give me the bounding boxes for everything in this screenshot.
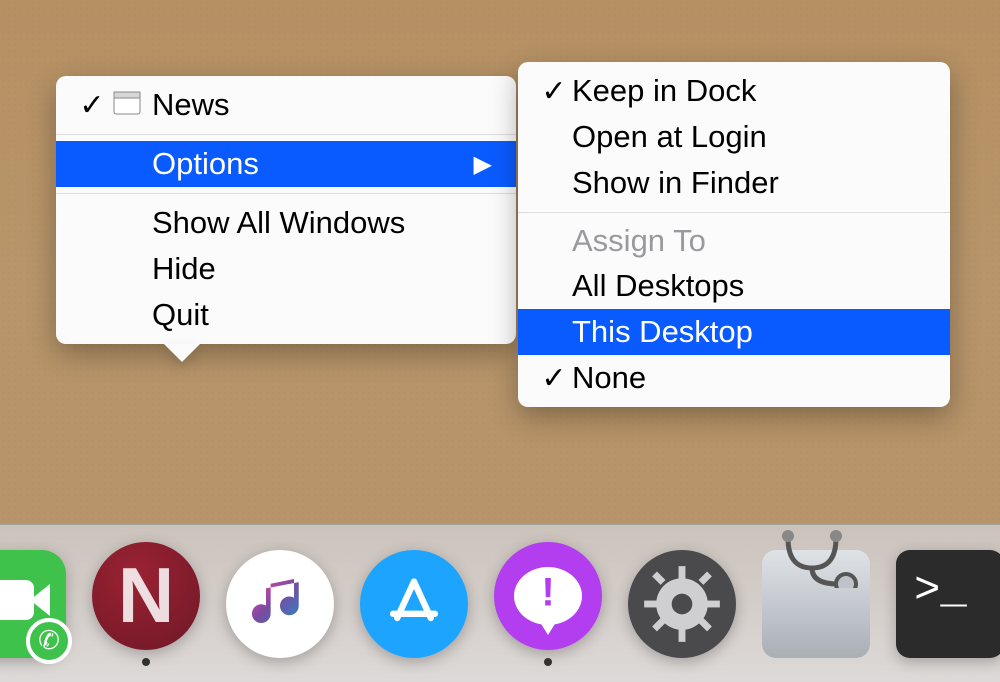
dock-item-feedback[interactable]: ! [494, 542, 602, 666]
dock-item-terminal[interactable]: >_ [896, 550, 1000, 658]
dock-item-facetime[interactable]: ✆ [0, 550, 66, 658]
menu-item-label: Open at Login [572, 119, 926, 155]
submenu-item-open-at-login[interactable]: Open at Login [518, 114, 950, 160]
checkmark-icon: ✓ [74, 88, 110, 123]
menu-separator [56, 134, 516, 135]
menu-item-label: Show in Finder [572, 165, 926, 201]
dock-item-system-preferences[interactable] [628, 550, 736, 658]
submenu-item-keep-in-dock[interactable]: ✓ Keep in Dock [518, 68, 950, 114]
stethoscope-icon [768, 528, 878, 588]
checkmark-icon: ✓ [536, 74, 572, 109]
dock-context-menu: ✓ News Options ▶ Show All Windows Hide Q… [56, 76, 516, 344]
menu-item-quit[interactable]: Quit [56, 292, 516, 338]
running-indicator [544, 658, 552, 666]
dock-item-appstore[interactable] [360, 550, 468, 658]
dock-item-itunes[interactable] [226, 550, 334, 658]
menu-item-label: News [152, 87, 492, 123]
submenu-item-show-in-finder[interactable]: Show in Finder [518, 160, 950, 206]
facetime-icon: ✆ [0, 550, 66, 658]
menu-item-label: Show All Windows [152, 205, 492, 241]
menu-item-show-all-windows[interactable]: Show All Windows [56, 200, 516, 246]
appstore-icon [360, 550, 468, 658]
menu-item-label: Options [152, 146, 444, 182]
running-indicator [142, 658, 150, 666]
submenu-item-none[interactable]: ✓ None [518, 355, 950, 401]
menu-item-label: Quit [152, 297, 492, 333]
menu-separator [518, 212, 950, 213]
dock-item-news[interactable]: N [92, 542, 200, 666]
gear-icon [628, 550, 736, 658]
desktop-background: ✓ News Options ▶ Show All Windows Hide Q… [0, 0, 1000, 682]
dock: ✆ N ! [0, 524, 1000, 682]
menu-item-window-news[interactable]: ✓ News [56, 82, 516, 128]
menu-pointer [164, 344, 200, 362]
terminal-icon: >_ [896, 550, 1000, 658]
menu-item-label: None [572, 360, 926, 396]
menu-item-label: This Desktop [572, 314, 926, 350]
window-icon [110, 87, 144, 123]
menu-item-options[interactable]: Options ▶ [56, 141, 516, 187]
submenu-item-all-desktops[interactable]: All Desktops [518, 263, 950, 309]
options-submenu: ✓ Keep in Dock Open at Login Show in Fin… [518, 62, 950, 407]
menu-item-label: All Desktops [572, 268, 926, 304]
speech-bubble-icon: ! [514, 567, 582, 625]
dock-item-disk-utility[interactable] [762, 550, 870, 658]
menu-item-label: Hide [152, 251, 492, 287]
feedback-icon: ! [494, 542, 602, 650]
menu-separator [56, 193, 516, 194]
menu-item-hide[interactable]: Hide [56, 246, 516, 292]
submenu-arrow-icon: ▶ [444, 150, 492, 179]
phone-icon: ✆ [26, 618, 72, 664]
submenu-item-this-desktop[interactable]: This Desktop [518, 309, 950, 355]
itunes-icon [226, 550, 334, 658]
checkmark-icon: ✓ [536, 361, 572, 396]
menu-item-label: Keep in Dock [572, 73, 926, 109]
submenu-section-assign-to: Assign To [518, 219, 950, 263]
disk-utility-icon [762, 550, 870, 658]
news-icon: N [92, 542, 200, 650]
